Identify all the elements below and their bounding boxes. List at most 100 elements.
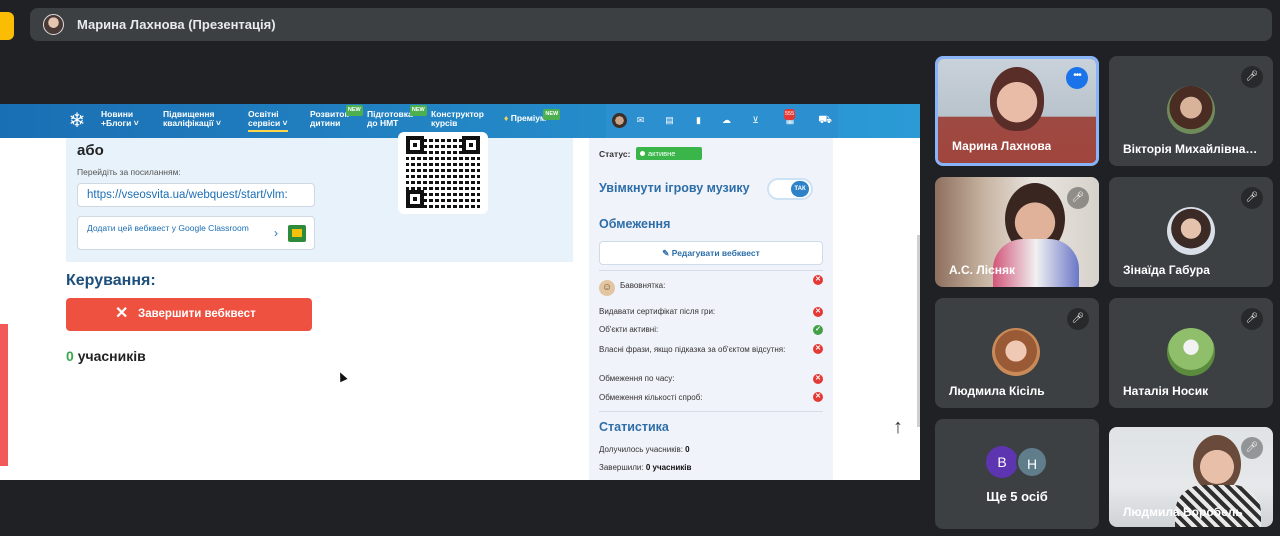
google-classroom-icon (288, 225, 306, 242)
app-logo-icon (0, 12, 14, 40)
setting-label: Бавовнятка: (620, 281, 666, 290)
nav-edu-services[interactable]: Освітні сервіси ˅ (248, 110, 288, 132)
qr-code (398, 132, 488, 214)
setting-label: Обмеження кількості спроб: (599, 393, 703, 402)
new-badge: NEW (345, 105, 363, 116)
participant-tile[interactable]: 🎤︎ Людмила Воробель (1109, 427, 1273, 527)
joined-stat: Долучилось учасників: 0 (599, 445, 690, 454)
music-toggle[interactable]: ТАК (767, 178, 813, 200)
mouse-cursor-icon (336, 370, 348, 383)
more-participants-tile[interactable]: В Н Ще 5 осіб (935, 419, 1099, 529)
setting-label: Власні фрази, якщо підказка за об'єктом … (599, 345, 786, 354)
nav-child-development[interactable]: NEW Розвиток дитини (310, 105, 363, 128)
presentation-title: Марина Лахнова (Презентація) (77, 17, 276, 32)
more-people-label: Ще 5 осіб (986, 489, 1048, 504)
cloud-icon[interactable]: ☁ (721, 115, 732, 126)
participant-name: Людмила Кісіль (949, 384, 1045, 398)
participant-initial-avatar: В (986, 446, 1018, 478)
divider (599, 270, 823, 271)
restrictions-title: Обмеження (599, 217, 671, 231)
close-icon: ✕ (115, 305, 129, 322)
nav-qualification[interactable]: Підвищення кваліфікації ˅ (163, 110, 221, 128)
chevron-right-icon: › (274, 226, 278, 240)
status-no-icon: ✕ (813, 392, 823, 402)
status-no-icon: ✕ (813, 374, 823, 384)
mic-off-icon: 🎤︎ (1241, 187, 1263, 209)
new-badge: NEW (409, 105, 427, 116)
nav-premium[interactable]: NEW ♦ Преміум (504, 109, 561, 123)
status-yes-icon: ✓ (813, 325, 823, 335)
participants-count: 0 учасників (66, 348, 146, 364)
mic-off-icon: 🎤︎ (1241, 66, 1263, 88)
management-title: Керування: (66, 272, 156, 289)
or-heading: або (77, 142, 104, 159)
nav-news[interactable]: Новини +Блоги ˅ (101, 110, 139, 128)
status-label: Статус: (599, 149, 631, 159)
user-avatar[interactable] (612, 113, 627, 128)
classroom-label: Додати цей вебквест у Google Classroom (87, 223, 249, 233)
status-no-icon: ✕ (813, 344, 823, 354)
mic-off-icon: 🎤︎ (1241, 437, 1263, 459)
participant-name: Наталія Носик (1123, 384, 1209, 398)
participant-name: Вікторія Михайлівна Кохан (1123, 142, 1259, 156)
toggle-knob: ТАК (791, 181, 809, 197)
mail-icon[interactable]: ✉ (635, 115, 646, 126)
site-logo-icon[interactable]: ❄ (66, 110, 88, 132)
participant-avatar (992, 328, 1040, 376)
scrollbar[interactable] (917, 235, 920, 427)
setting-label: Видавати сертифікат після гри: (599, 307, 716, 316)
finished-stat: Завершили: 0 учасників (599, 463, 692, 472)
google-classroom-button[interactable]: Додати цей вебквест у Google Classroom › (77, 216, 315, 250)
statistics-title: Статистика (599, 420, 669, 434)
participant-tile[interactable]: 🎤︎ А.С. Лісняк (935, 177, 1099, 287)
qr-finder (406, 190, 424, 208)
participant-tile[interactable]: 🎤︎ Зінаїда Габура (1109, 177, 1273, 287)
pencil-icon: ✎ (662, 247, 670, 258)
nav-course-builder[interactable]: Конструктор курсів (431, 110, 484, 128)
participant-tile[interactable]: 🎤︎ Вікторія Михайлівна Кохан (1109, 56, 1273, 166)
side-tab[interactable] (0, 324, 8, 466)
setting-label: Обмеження по часу: (599, 374, 675, 383)
mic-off-icon: 🎤︎ (1067, 187, 1089, 209)
mic-off-icon: 🎤︎ (1067, 308, 1089, 330)
participant-name: Людмила Воробель (1123, 505, 1243, 519)
mic-off-icon: 🎤︎ (1241, 308, 1263, 330)
cotton-toy-icon: ☺ (599, 280, 615, 296)
status-no-icon: ✕ (813, 275, 823, 285)
qr-finder (406, 136, 424, 154)
meeting-topbar: Марина Лахнова (Презентація) (0, 0, 1280, 52)
qr-finder (462, 136, 480, 154)
more-options-icon[interactable]: ••• (1066, 67, 1088, 89)
finish-button-label: Завершити вебквест (138, 308, 256, 320)
participant-name: Марина Лахнова (952, 139, 1052, 153)
bookmark-icon[interactable]: ▮ (693, 115, 704, 126)
chat-icon[interactable]: ▤ (664, 115, 675, 126)
cart-icon[interactable]: ⛟ (818, 115, 832, 126)
participant-name: А.С. Лісняк (949, 263, 1016, 277)
cart-small-icon[interactable]: ⊻ (750, 115, 761, 126)
participant-tile[interactable]: 🎤︎ Наталія Носик (1109, 298, 1273, 408)
link-label: Перейдіть за посиланням: (77, 167, 181, 177)
participant-name: Зінаїда Габура (1123, 263, 1210, 277)
edit-webquest-button[interactable]: ✎ Редагувати вебквест (599, 241, 823, 265)
participant-avatar (1167, 207, 1215, 255)
divider (599, 411, 823, 412)
participant-tile[interactable]: ••• Марина Лахнова (935, 56, 1099, 166)
finish-webquest-button[interactable]: ✕ Завершити вебквест (66, 298, 312, 331)
diamond-icon: ♦ (504, 113, 509, 123)
participant-avatar (1167, 86, 1215, 134)
status-badge: активне (636, 147, 702, 160)
participant-tile[interactable]: 🎤︎ Людмила Кісіль (935, 298, 1099, 408)
presentation-banner[interactable]: Марина Лахнова (Презентація) (30, 8, 1272, 41)
nav-nmt-prep[interactable]: NEW Підготовка до НМТ (367, 105, 427, 128)
new-badge: NEW (543, 109, 561, 120)
music-label: Увімкнути ігрову музику (599, 181, 750, 195)
notifications-icon[interactable]: 555 ▦ (778, 109, 802, 126)
participant-initial-avatar: Н (1016, 446, 1048, 478)
status-no-icon: ✕ (813, 307, 823, 317)
participant-avatar (1167, 328, 1215, 376)
arrow-up-icon[interactable]: ↑ (893, 416, 903, 439)
setting-label: Об'єкти активні: (599, 325, 659, 334)
webquest-url-field[interactable]: https://vseosvita.ua/webquest/start/vlm: (77, 183, 315, 207)
presenter-avatar (43, 14, 64, 35)
